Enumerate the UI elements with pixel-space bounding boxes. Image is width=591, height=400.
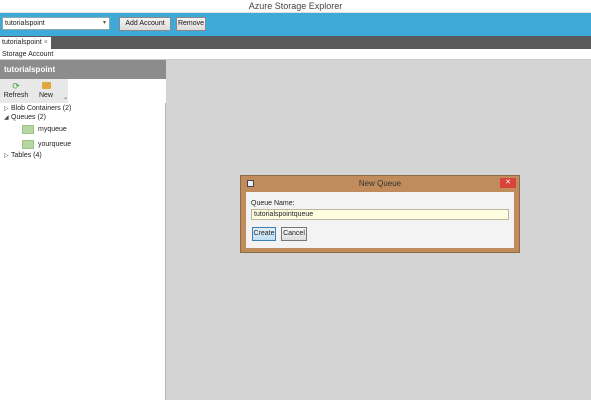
- account-select-value: tutorialspoint: [5, 20, 45, 27]
- tree-node-label: Tables (4): [11, 152, 42, 159]
- add-account-button[interactable]: Add Account: [119, 17, 171, 31]
- tree-node-queues[interactable]: ◢ Queues (2): [4, 114, 46, 121]
- account-select[interactable]: tutorialspoint ▾: [2, 17, 110, 30]
- expand-icon[interactable]: ▷: [4, 105, 11, 112]
- collapse-icon[interactable]: ◢: [4, 114, 11, 121]
- tab-strip: tutorialspoint ×: [0, 36, 591, 49]
- sidebar-ribbon: ⟳ Refresh New ⌄: [0, 79, 166, 103]
- new-folder-icon: [32, 81, 60, 91]
- queue-name-label: Queue Name:: [251, 200, 295, 207]
- chevron-down-icon: ▾: [102, 20, 106, 26]
- breadcrumb: Storage Account: [0, 49, 591, 60]
- new-queue-dialog: New Queue ✕ Queue Name: tutorialspointqu…: [240, 175, 520, 253]
- queue-label: myqueue: [38, 126, 67, 133]
- create-button[interactable]: Create: [252, 227, 276, 241]
- tree-node-label: Queues (2): [11, 114, 47, 121]
- expand-icon[interactable]: ▷: [4, 152, 11, 159]
- close-icon[interactable]: ×: [44, 39, 48, 46]
- new-button[interactable]: New: [32, 81, 60, 99]
- remove-button[interactable]: Remove: [176, 17, 206, 31]
- queue-label: yourqueue: [38, 141, 72, 148]
- ribbon-more-icon[interactable]: ⌄: [63, 94, 68, 101]
- tab-tutorialspoint[interactable]: tutorialspoint ×: [0, 37, 51, 49]
- close-icon[interactable]: ✕: [500, 178, 516, 188]
- window-titlebar: Azure Storage Explorer: [0, 0, 591, 13]
- tree-node-label: Blob Containers (2): [11, 105, 72, 112]
- account-toolbar: tutorialspoint ▾ Add Account Remove: [0, 13, 591, 36]
- sidebar: tutorialspoint ⟳ Refresh New ⌄ ▷ Blob Con…: [0, 60, 166, 400]
- queue-name-input[interactable]: tutorialspointqueue: [251, 209, 509, 220]
- queue-icon: [22, 125, 34, 134]
- tree-node-blob-containers[interactable]: ▷ Blob Containers (2): [4, 105, 71, 112]
- refresh-icon: ⟳: [12, 81, 20, 91]
- dialog-title: New Queue: [358, 179, 402, 188]
- queue-icon: [22, 140, 34, 149]
- window-title: Azure Storage Explorer: [248, 1, 343, 11]
- tree-node-tables[interactable]: ▷ Tables (4): [4, 152, 42, 159]
- cancel-button[interactable]: Cancel: [281, 227, 307, 241]
- sidebar-header: tutorialspoint: [0, 60, 166, 79]
- dialog-body: Queue Name: tutorialspointqueue Create C…: [246, 192, 514, 248]
- new-label: New: [38, 92, 53, 99]
- refresh-label: Refresh: [3, 92, 29, 99]
- tab-label: tutorialspoint: [2, 39, 42, 46]
- refresh-button[interactable]: ⟳ Refresh: [2, 81, 30, 99]
